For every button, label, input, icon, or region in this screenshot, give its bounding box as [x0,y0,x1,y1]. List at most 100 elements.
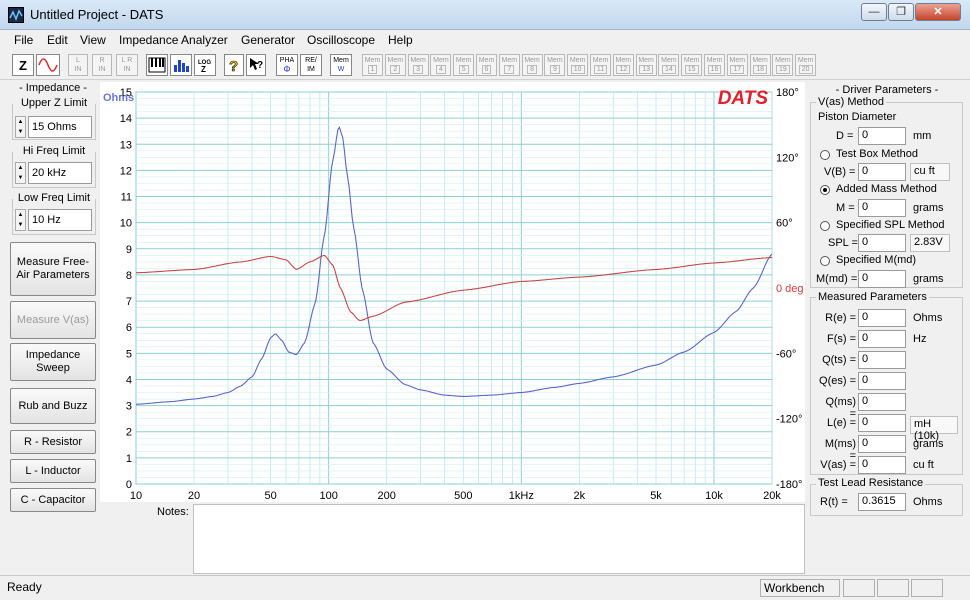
impedance-sweep-button[interactable]: Impedance Sweep [10,343,96,381]
menu-impedance-analyzer[interactable]: Impedance Analyzer [119,33,228,47]
memory-17-button[interactable]: Mem 17 [726,54,748,76]
menu-generator[interactable]: Generator [241,33,295,47]
y-tick-label: 8 [126,270,132,282]
memory-20-button[interactable]: Mem 20 [795,54,817,76]
hi-freq-spinner[interactable]: ▲ ▼ [15,162,26,184]
memory-write-button[interactable]: Mem W [330,54,352,76]
measure-free-air-button[interactable]: Measure Free-Air Parameters [10,242,96,296]
spin-up-icon[interactable]: ▲ [16,117,25,127]
y-tick-label: 11 [121,192,132,204]
inductor-button[interactable]: L - Inductor [10,459,96,483]
spin-down-icon[interactable]: ▼ [16,220,25,230]
added-mass-radio[interactable] [820,185,830,195]
menu-bar: File Edit View Impedance Analyzer Genera… [0,30,970,50]
menu-view[interactable]: View [80,33,106,47]
impedance-mode-button[interactable]: Z [12,54,34,76]
spl-method-radio[interactable] [820,221,830,231]
memory-6-button[interactable]: Mem 6 [476,54,497,76]
capacitor-button[interactable]: C - Capacitor [10,488,96,512]
help-button[interactable]: ? [224,54,244,76]
memory-11-button[interactable]: Mem 11 [590,54,611,76]
measured-value[interactable]: 0 [858,414,906,432]
notes-textarea[interactable] [193,504,805,574]
hi-freq-input[interactable]: 20 kHz [28,162,92,184]
spl-input[interactable]: 0 [858,234,906,252]
x-tick-label: 20 [188,490,200,502]
memory-4-button[interactable]: Mem 4 [430,54,452,76]
left-in-button[interactable]: L IN [68,54,88,76]
re-im-button[interactable]: RE/IM [300,54,322,76]
menu-help[interactable]: Help [388,33,413,47]
memory-12-button[interactable]: Mem 12 [612,54,634,76]
measured-value[interactable]: 0 [858,372,906,390]
upper-z-input[interactable]: 15 Ohms [28,116,92,138]
memory-7-button[interactable]: Mem 7 [498,54,520,76]
measured-value[interactable]: 0 [858,351,906,369]
context-help-button[interactable]: ? [246,54,266,76]
right-in-button[interactable]: R IN [92,54,112,76]
piano-keys-button[interactable] [146,54,168,76]
vb-input[interactable]: 0 [858,163,906,181]
phase-button[interactable]: PHA Φ [276,54,298,76]
mmd-input[interactable]: 0 [858,270,906,288]
piston-diameter-input[interactable]: 0 [858,127,906,145]
memory-13-button[interactable]: Mem 13 [635,54,657,76]
y-tick-label: 5 [126,348,132,360]
low-freq-spinner[interactable]: ▲ ▼ [15,209,26,231]
memory-2-button[interactable]: Mem 2 [384,54,406,76]
measured-unit: Hz [913,333,927,345]
rt-input[interactable]: 0.3615 [858,493,906,511]
measured-value[interactable]: 0 [858,456,906,474]
stereo-in-button[interactable]: L R IN [116,54,138,76]
measured-value[interactable]: 0 [858,435,906,453]
y-tick-label: 10 [120,218,132,230]
upper-z-spinner[interactable]: ▲ ▼ [15,116,26,138]
test-box-radio[interactable] [820,150,830,160]
memory-5-button[interactable]: Mem 5 [453,54,475,76]
y-tick-label: 6 [126,322,132,334]
memory-10-button[interactable]: Mem 10 [567,54,589,76]
rub-and-buzz-button[interactable]: Rub and Buzz [10,388,96,424]
memory-14-button[interactable]: Mem 14 [658,54,680,76]
x-tick-label: 2k [574,490,586,502]
spin-up-icon[interactable]: ▲ [16,163,25,173]
minimize-button[interactable]: — [861,3,887,21]
close-button[interactable]: ✕ [915,3,961,21]
menu-edit[interactable]: Edit [47,33,68,47]
memory-18-button[interactable]: Mem 18 [749,54,771,76]
memory-19-button[interactable]: Mem 19 [772,54,794,76]
log-z-button[interactable]: LOG Z [194,54,216,76]
memory-16-button[interactable]: Mem 16 [704,54,725,76]
measured-value[interactable]: 0 [858,309,906,327]
measured-value[interactable]: 0 [858,393,906,411]
y-tick-label: 3 [126,401,132,413]
memory-9-button[interactable]: Mem 9 [544,54,566,76]
memory-3-button[interactable]: Mem 3 [407,54,429,76]
low-freq-input[interactable]: 10 Hz [28,209,92,231]
spin-down-icon[interactable]: ▼ [16,173,25,183]
specified-mmd-radio[interactable] [820,256,830,266]
title-bar: Untitled Project - DATS — ❐ ✕ [0,0,970,30]
oscilloscope-mode-button[interactable] [36,54,60,76]
added-mass-input[interactable]: 0 [858,199,906,217]
memory-8-button[interactable]: Mem 8 [521,54,543,76]
status-pane-1 [843,579,875,597]
measured-value[interactable]: 0 [858,330,906,348]
bar-graph-button[interactable] [170,54,192,76]
vas-method-title: V(as) Method [816,96,887,108]
menu-file[interactable]: File [14,33,33,47]
phase-tick-label: 60° [776,218,793,230]
y-tick-label: 12 [120,165,132,177]
spin-down-icon[interactable]: ▼ [16,127,25,137]
resistor-button[interactable]: R - Resistor [10,430,96,454]
mmd-label: M(md) = [816,273,858,285]
menu-oscilloscope[interactable]: Oscilloscope [307,33,375,47]
memory-15-button[interactable]: Mem 15 [681,54,703,76]
spin-up-icon[interactable]: ▲ [16,210,25,220]
d-label: D = [836,130,854,142]
low-freq-title: Low Freq Limit [13,192,95,204]
memory-1-button[interactable]: Mem 1 [362,54,383,76]
measure-vas-button[interactable]: Measure V(as) [10,301,96,339]
y-tick-label: 14 [120,113,132,125]
restore-button[interactable]: ❐ [888,3,914,21]
